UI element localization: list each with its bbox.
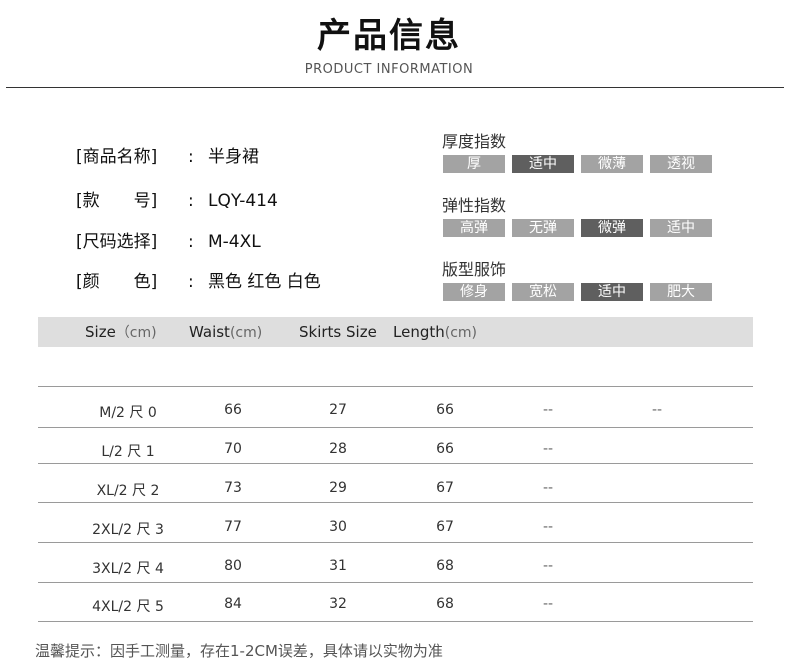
table-divider xyxy=(38,502,753,503)
cell-skirts-size: 28 xyxy=(329,441,347,457)
table-divider xyxy=(38,386,753,387)
thickness-option-selected: 适中 xyxy=(512,155,574,173)
info-separator: : xyxy=(188,232,194,252)
cell-size: 4XL/2 尺 5 xyxy=(92,599,164,615)
cell-waist: 73 xyxy=(224,480,242,496)
header-unit: (cm) xyxy=(229,325,263,341)
cell-size: L/2 尺 1 xyxy=(101,444,155,460)
cell-size: XL/2 尺 2 xyxy=(96,483,160,499)
cell-extra: -- xyxy=(542,441,554,457)
table-divider xyxy=(38,621,753,622)
size-table-header: Size（cm) Waist(cm) Skirts Size Length(cm… xyxy=(38,317,753,347)
cell-length: 67 xyxy=(436,480,454,496)
cell-skirts-size: 29 xyxy=(329,480,347,496)
cell-length: 68 xyxy=(436,596,454,612)
info-label: [款 号] xyxy=(76,191,158,211)
table-divider xyxy=(38,582,753,583)
info-value: 黑色 红色 白色 xyxy=(208,272,321,292)
column-header-length: Length(cm) xyxy=(393,317,477,348)
info-value: M-4XL xyxy=(208,232,261,252)
info-label: [尺码选择] xyxy=(76,232,158,252)
info-row-size-range: [尺码选择]: M-4XL xyxy=(76,227,261,252)
table-row: 4XL/2 尺 5 84 32 68 -- xyxy=(0,596,790,616)
header-name: Size xyxy=(85,323,116,341)
thickness-index-options: 厚 适中 微薄 透视 xyxy=(443,155,713,173)
fit-option-selected: 适中 xyxy=(581,283,643,301)
elasticity-option-selected: 微弹 xyxy=(581,219,643,237)
info-row-product-name: [商品名称]: 半身裙 xyxy=(76,142,259,167)
table-row: 3XL/2 尺 4 80 31 68 -- xyxy=(0,558,790,578)
column-header-waist: Waist(cm) xyxy=(189,317,262,348)
cell-skirts-size: 31 xyxy=(329,558,347,574)
header-name: Length xyxy=(393,323,445,341)
fit-option: 修身 xyxy=(443,283,505,301)
info-value: 半身裙 xyxy=(208,147,259,167)
info-value: LQY-414 xyxy=(208,191,278,211)
elasticity-option: 高弹 xyxy=(443,219,505,237)
fit-index-title: 版型服饰 xyxy=(442,260,507,279)
header-divider xyxy=(6,87,784,88)
header-unit: （cm) xyxy=(115,325,157,341)
info-separator: : xyxy=(188,272,194,292)
table-row: L/2 尺 1 70 28 66 -- xyxy=(0,441,790,461)
header-unit: (cm) xyxy=(444,325,478,341)
cell-extra: -- xyxy=(542,519,554,535)
page-title: 产品信息 xyxy=(317,16,461,56)
thickness-option: 透视 xyxy=(650,155,712,173)
cell-waist: 66 xyxy=(224,402,242,418)
cell-extra: -- xyxy=(542,596,554,612)
info-label: [颜 色] xyxy=(76,272,158,292)
cell-waist: 77 xyxy=(224,519,242,535)
header-name: Waist xyxy=(189,323,230,341)
info-row-style-number: [款 号]: LQY-414 xyxy=(76,186,278,211)
header-name: Skirts Size xyxy=(299,323,377,341)
info-label: [商品名称] xyxy=(76,147,158,167)
cell-extra: -- xyxy=(651,402,663,418)
cell-extra: -- xyxy=(542,480,554,496)
elasticity-option: 适中 xyxy=(650,219,712,237)
table-divider xyxy=(38,463,753,464)
cell-waist: 80 xyxy=(224,558,242,574)
cell-skirts-size: 30 xyxy=(329,519,347,535)
cell-length: 66 xyxy=(436,441,454,457)
column-header-size: Size（cm) xyxy=(85,317,157,348)
cell-length: 66 xyxy=(436,402,454,418)
fit-option: 肥大 xyxy=(650,283,712,301)
table-row: 2XL/2 尺 3 77 30 67 -- xyxy=(0,519,790,539)
cell-size: M/2 尺 0 xyxy=(99,405,157,421)
fit-option: 宽松 xyxy=(512,283,574,301)
cell-skirts-size: 27 xyxy=(329,402,347,418)
cell-extra: -- xyxy=(542,402,554,418)
info-separator: : xyxy=(188,191,194,211)
table-row: M/2 尺 0 66 27 66 -- -- xyxy=(0,402,790,422)
cell-length: 67 xyxy=(436,519,454,535)
cell-length: 68 xyxy=(436,558,454,574)
cell-extra: -- xyxy=(542,558,554,574)
thickness-option: 厚 xyxy=(443,155,505,173)
info-separator: : xyxy=(188,147,194,167)
cell-size: 3XL/2 尺 4 xyxy=(92,561,164,577)
measurement-note: 温馨提示：因手工测量，存在1-2CM误差，具体请以实物为准 xyxy=(35,642,443,660)
info-row-colors: [颜 色]: 黑色 红色 白色 xyxy=(76,267,321,292)
thickness-index-title: 厚度指数 xyxy=(442,132,507,151)
table-row: XL/2 尺 2 73 29 67 -- xyxy=(0,480,790,500)
page-subtitle: PRODUCT INFORMATION xyxy=(304,62,474,77)
cell-skirts-size: 32 xyxy=(329,596,347,612)
elasticity-index-title: 弹性指数 xyxy=(442,196,507,215)
elasticity-option: 无弹 xyxy=(512,219,574,237)
table-divider xyxy=(38,427,753,428)
column-header-skirts-size: Skirts Size xyxy=(299,317,377,347)
cell-waist: 84 xyxy=(224,596,242,612)
cell-waist: 70 xyxy=(224,441,242,457)
thickness-option: 微薄 xyxy=(581,155,643,173)
fit-index-options: 修身 宽松 适中 肥大 xyxy=(443,283,713,301)
cell-size: 2XL/2 尺 3 xyxy=(92,522,164,538)
elasticity-index-options: 高弹 无弹 微弹 适中 xyxy=(443,219,713,237)
table-divider xyxy=(38,542,753,543)
